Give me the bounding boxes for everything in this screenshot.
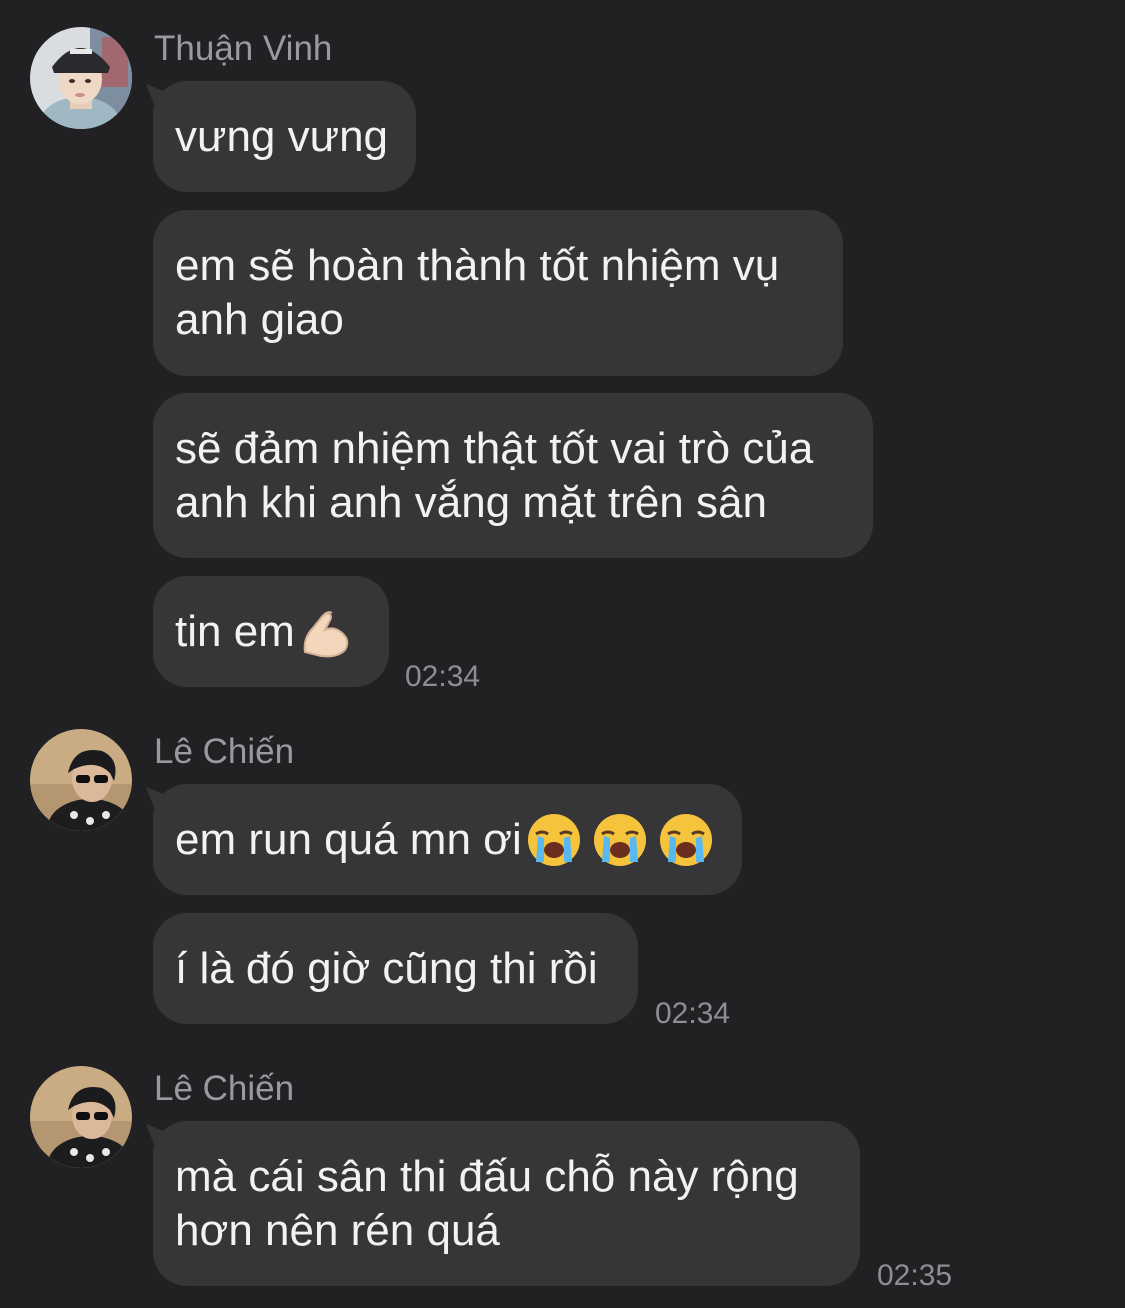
message-bubble[interactable]: em sẽ hoàn thành tốt nhiệm vụ anh giao <box>153 210 843 376</box>
message-timestamp: 02:34 <box>655 997 731 1030</box>
sender-name: Lê Chiến <box>154 732 295 771</box>
message-text: mà cái sân thi đấu chỗ này rộng hơn nên … <box>175 1151 799 1255</box>
message-text: em sẽ hoàn thành tốt nhiệm vụ anh giao <box>175 241 780 344</box>
flexed-biceps-icon <box>303 610 349 657</box>
message-bubble[interactable]: vưng vưng <box>153 81 416 192</box>
loudly-crying-face-icon <box>593 813 646 866</box>
person-avatar-icon <box>30 1066 132 1168</box>
chat-thread: Thuận Vinh vưng vưng em sẽ hoàn thành tố… <box>0 0 1125 1308</box>
sender-avatar[interactable] <box>30 729 132 831</box>
message-bubble[interactable]: tin em <box>153 576 389 687</box>
sender-name: Lê Chiến <box>154 1069 295 1108</box>
message-timestamp: 02:34 <box>405 660 481 693</box>
loudly-crying-face-icon <box>527 813 580 866</box>
message-text: í là đó giờ cũng thi rồi <box>175 943 598 993</box>
message-bubble[interactable]: em run quá mn ơi <box>153 784 742 895</box>
sender-name: Thuận Vinh <box>154 29 333 68</box>
message-text: tin em <box>175 606 295 656</box>
person-avatar-icon <box>30 729 132 831</box>
message-bubble[interactable]: sẽ đảm nhiệm thật tốt vai trò của anh kh… <box>153 393 873 558</box>
sender-avatar[interactable] <box>30 1066 132 1168</box>
message-text: sẽ đảm nhiệm thật tốt vai trò của anh kh… <box>175 423 814 527</box>
message-text: em run quá mn ơi <box>175 814 522 864</box>
person-avatar-icon <box>30 27 132 129</box>
message-bubble[interactable]: í là đó giờ cũng thi rồi <box>153 913 638 1024</box>
loudly-crying-face-icon <box>659 813 712 866</box>
message-bubble[interactable]: mà cái sân thi đấu chỗ này rộng hơn nên … <box>153 1121 860 1286</box>
message-text: vưng vưng <box>175 111 389 161</box>
sender-avatar[interactable] <box>30 27 132 129</box>
message-timestamp: 02:35 <box>877 1259 953 1292</box>
